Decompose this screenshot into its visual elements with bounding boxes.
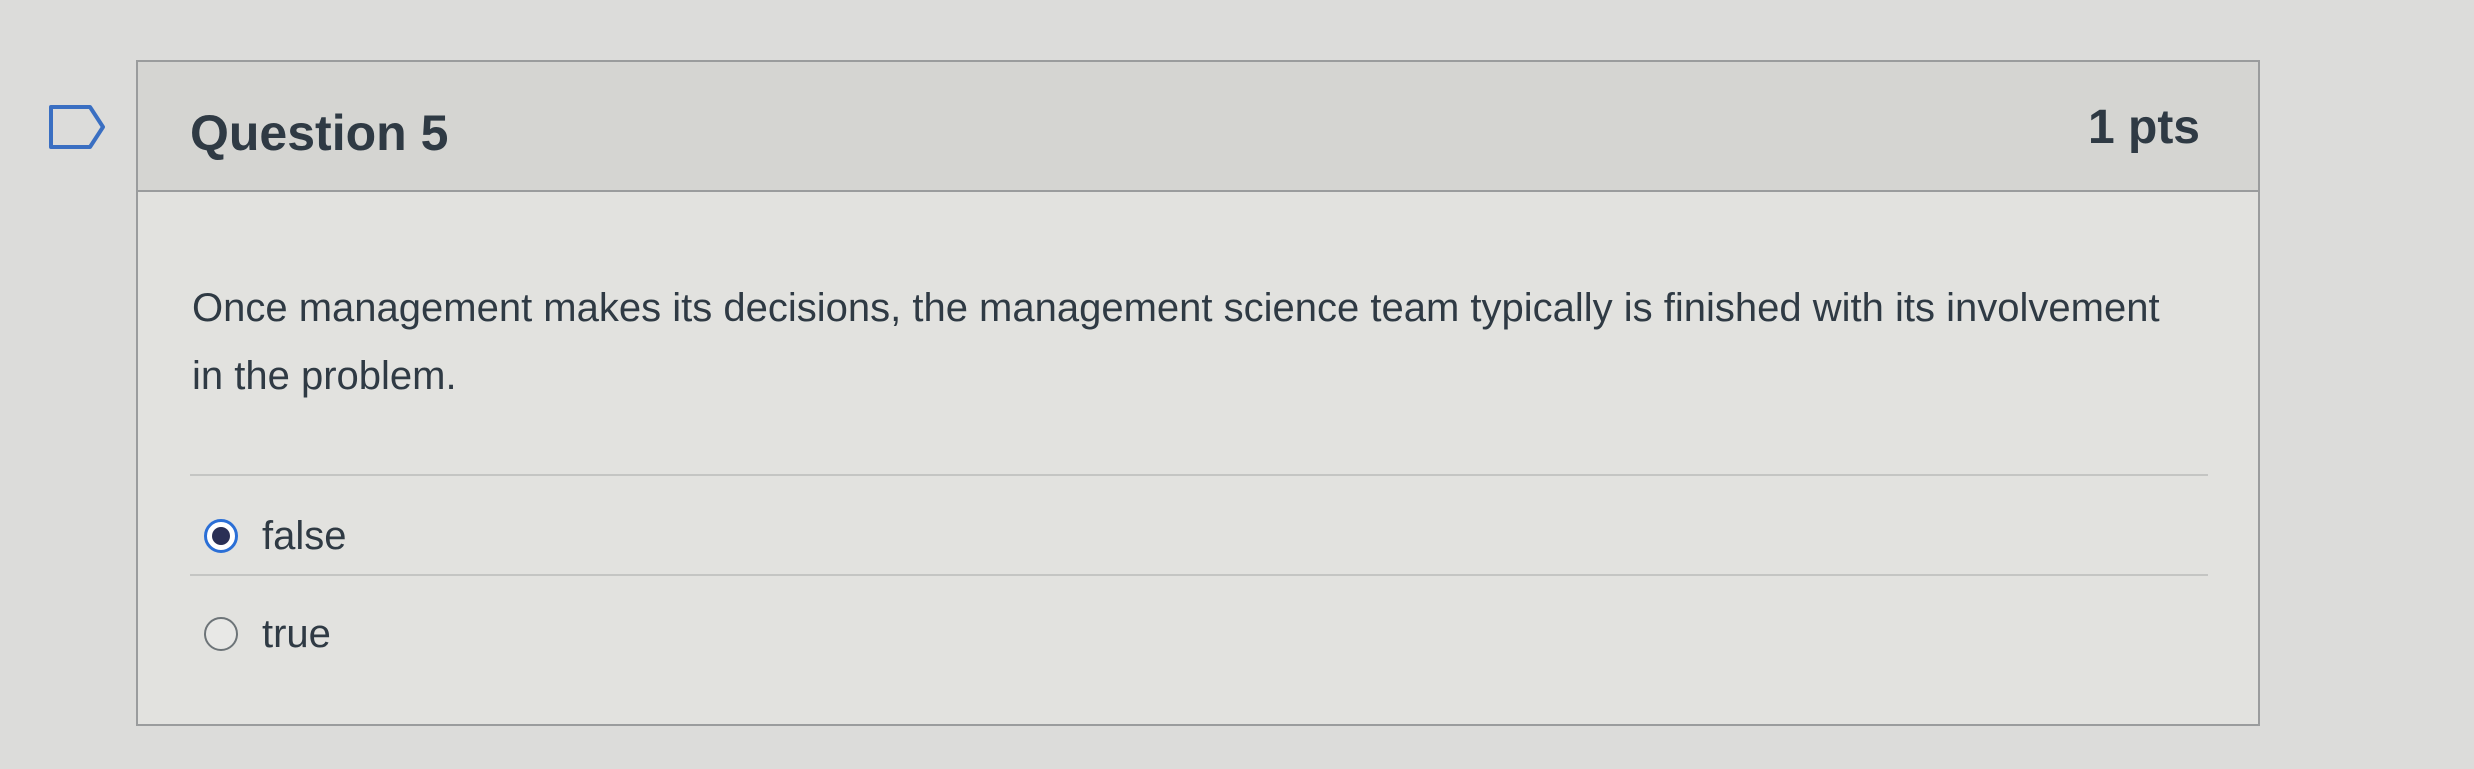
radio-button[interactable]	[204, 617, 238, 651]
answer-label[interactable]: true	[262, 612, 331, 657]
answer-option-false[interactable]: false	[204, 506, 804, 566]
question-card: Question 5 1 pts Once management makes i…	[136, 60, 2260, 726]
answer-label[interactable]: false	[262, 514, 347, 559]
answer-option-true[interactable]: true	[204, 604, 804, 664]
question-text: Once management makes its decisions, the…	[192, 286, 2160, 398]
question-points: 1 pts	[2087, 101, 2200, 154]
question-title: Question 5	[190, 105, 449, 161]
answer-divider	[190, 574, 2208, 576]
bookmark-flag-icon[interactable]	[48, 104, 106, 150]
question-header: Question 5 1 pts	[138, 62, 2258, 192]
answers-divider	[190, 474, 2208, 476]
radio-button-selected[interactable]	[204, 519, 238, 553]
